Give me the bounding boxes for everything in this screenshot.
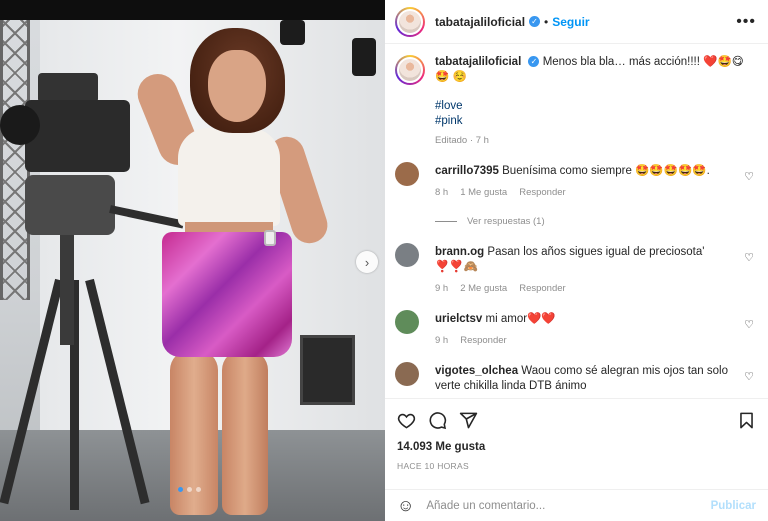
separator-dot: • bbox=[544, 14, 549, 29]
comment-input[interactable] bbox=[426, 499, 711, 512]
post-header: tabatajaliloficial ✓ • Seguir ••• bbox=[385, 0, 768, 44]
carousel-next-button[interactable]: › bbox=[356, 251, 378, 273]
hashtag-link[interactable]: #pink bbox=[435, 114, 754, 129]
post-image[interactable]: › bbox=[0, 0, 385, 521]
comment-text: Buenísima como siempre 🤩🤩🤩🤩🤩. bbox=[502, 165, 710, 177]
post-caption: tabatajaliloficial ✓ Menos bla bla… más … bbox=[395, 55, 754, 148]
share-icon[interactable] bbox=[459, 411, 478, 430]
reply-button[interactable]: Responder bbox=[460, 333, 506, 348]
bookmark-icon[interactable] bbox=[737, 411, 756, 430]
model-leg bbox=[222, 350, 268, 515]
comment-item: urielctsv mi amor❤️❤️ 9 h Responder ♡ bbox=[395, 310, 754, 348]
tripod-head bbox=[25, 175, 115, 235]
comment-likes[interactable]: 1 Me gusta bbox=[460, 185, 507, 200]
comment-item: brann.og Pasan los años sigues igual de … bbox=[395, 243, 754, 296]
pink-skirt bbox=[162, 232, 292, 357]
caption-username[interactable]: tabatajaliloficial bbox=[435, 56, 521, 68]
avatar[interactable] bbox=[395, 310, 419, 334]
comment-time: 9 h bbox=[435, 335, 449, 346]
post-actions: 14.093 Me gusta HACE 10 HORAS bbox=[385, 398, 768, 471]
comment-username[interactable]: carrillo7395 bbox=[435, 165, 499, 177]
verified-badge-icon: ✓ bbox=[529, 16, 541, 27]
heart-icon[interactable] bbox=[397, 411, 416, 430]
comment-item: carrillo7395 Buenísima como siempre 🤩🤩🤩🤩… bbox=[395, 162, 754, 200]
comment-username[interactable]: brann.og bbox=[435, 246, 484, 258]
chevron-right-icon: › bbox=[364, 254, 370, 270]
comment-time: 8 h bbox=[435, 187, 449, 198]
camera-viewfinder bbox=[38, 73, 98, 103]
studio-monitor bbox=[300, 335, 355, 405]
edited-timestamp: Editado · 7 h bbox=[435, 135, 489, 146]
tripod-column bbox=[60, 235, 74, 345]
view-replies-button[interactable]: Ver respuestas (1) bbox=[435, 216, 754, 227]
avatar[interactable] bbox=[395, 6, 425, 37]
reply-button[interactable]: Responder bbox=[519, 185, 565, 200]
comments-list[interactable]: tabatajaliloficial ✓ Menos bla bla… más … bbox=[385, 45, 768, 397]
carousel-indicator bbox=[178, 487, 201, 492]
like-count[interactable]: 14.093 Me gusta bbox=[397, 441, 756, 453]
camera-lens bbox=[0, 105, 40, 145]
white-top bbox=[178, 128, 280, 226]
heart-icon[interactable]: ♡ bbox=[744, 318, 754, 331]
heart-icon[interactable]: ♡ bbox=[744, 170, 754, 183]
avatar[interactable] bbox=[395, 162, 419, 186]
more-horizontal-icon[interactable]: ••• bbox=[736, 13, 756, 30]
emoji-icon[interactable]: ☺ bbox=[397, 496, 414, 516]
author-username[interactable]: tabatajaliloficial bbox=[435, 15, 525, 29]
model-face bbox=[208, 50, 266, 122]
comment-username[interactable]: urielctsv bbox=[435, 313, 482, 325]
post-sidebar: tabatajaliloficial ✓ • Seguir ••• tabata… bbox=[385, 0, 768, 521]
comment-text: mi amor❤️❤️ bbox=[485, 313, 556, 325]
carousel-dot bbox=[178, 487, 183, 492]
comment-username[interactable]: vigotes_olchea bbox=[435, 365, 518, 377]
hashtag-link[interactable]: #love bbox=[435, 99, 754, 114]
post-comment-button[interactable]: Publicar bbox=[711, 500, 756, 512]
smartwatch bbox=[264, 230, 276, 246]
post-timestamp: HACE 10 HORAS bbox=[397, 461, 469, 471]
tv-camera bbox=[25, 100, 130, 172]
ceiling bbox=[0, 0, 385, 20]
avatar[interactable] bbox=[395, 243, 419, 267]
comment-time: 9 h bbox=[435, 283, 449, 294]
add-comment-bar: ☺ Publicar bbox=[385, 489, 768, 521]
verified-badge-icon: ✓ bbox=[528, 56, 540, 68]
comment-likes[interactable]: 2 Me gusta bbox=[460, 281, 507, 296]
heart-icon[interactable]: ♡ bbox=[744, 251, 754, 264]
carousel-dot bbox=[196, 487, 201, 492]
reply-button[interactable]: Responder bbox=[519, 281, 565, 296]
avatar[interactable] bbox=[395, 55, 425, 85]
studio-light bbox=[352, 38, 376, 76]
carousel-dot bbox=[187, 487, 192, 492]
avatar[interactable] bbox=[395, 362, 419, 386]
follow-button[interactable]: Seguir bbox=[552, 15, 589, 29]
comment-icon[interactable] bbox=[428, 411, 447, 430]
comment-item: vigotes_olchea Waou como sé alegran mis … bbox=[395, 362, 754, 394]
heart-icon[interactable]: ♡ bbox=[744, 370, 754, 383]
studio-light bbox=[280, 20, 305, 45]
